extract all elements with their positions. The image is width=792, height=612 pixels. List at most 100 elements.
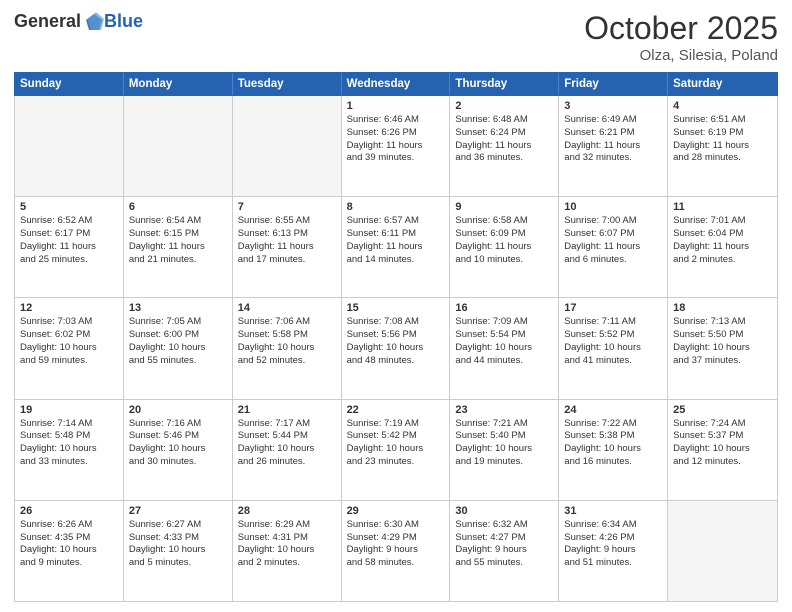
logo-icon <box>82 10 104 32</box>
cell-content: Sunrise: 7:17 AMSunset: 5:44 PMDaylight:… <box>238 418 336 469</box>
cell-content: Sunrise: 6:26 AMSunset: 4:35 PMDaylight:… <box>20 519 118 570</box>
cell-content: Sunrise: 7:05 AMSunset: 6:00 PMDaylight:… <box>129 316 227 367</box>
calendar-cell: 28 Sunrise: 6:29 AMSunset: 4:31 PMDayligh… <box>233 501 342 601</box>
day-number: 29 <box>347 505 445 517</box>
cell-content: Sunrise: 6:49 AMSunset: 6:21 PMDaylight:… <box>564 114 662 165</box>
calendar-cell: 16Sunrise: 7:09 AMSunset: 5:54 PMDayligh… <box>450 298 559 398</box>
day-number: 19 <box>20 404 118 416</box>
cell-content: Sunrise: 6:52 AMSunset: 6:17 PMDaylight:… <box>20 215 118 266</box>
calendar-cell: 3 Sunrise: 6:49 AMSunset: 6:21 PMDaylight… <box>559 96 668 196</box>
day-number: 21 <box>238 404 336 416</box>
title-block: October 2025 Olza, Silesia, Poland <box>584 10 778 64</box>
day-number: 14 <box>238 302 336 314</box>
day-number: 3 <box>564 100 662 112</box>
month-title: October 2025 <box>584 10 778 47</box>
location: Olza, Silesia, Poland <box>584 47 778 64</box>
calendar-cell <box>15 96 124 196</box>
day-number: 2 <box>455 100 553 112</box>
day-number: 1 <box>347 100 445 112</box>
calendar-cell: 22 Sunrise: 7:19 AMSunset: 5:42 PMDayligh… <box>342 400 451 500</box>
cell-content: Sunrise: 6:57 AMSunset: 6:11 PMDaylight:… <box>347 215 445 266</box>
header-day-saturday: Saturday <box>668 73 777 95</box>
day-number: 15 <box>347 302 445 314</box>
day-number: 17 <box>564 302 662 314</box>
header-day-sunday: Sunday <box>15 73 124 95</box>
cell-content: Sunrise: 6:48 AMSunset: 6:24 PMDaylight:… <box>455 114 553 165</box>
cell-content: Sunrise: 6:32 AMSunset: 4:27 PMDaylight:… <box>455 519 553 570</box>
logo-general-text: General <box>14 11 81 32</box>
day-number: 24 <box>564 404 662 416</box>
day-number: 12 <box>20 302 118 314</box>
day-number: 7 <box>238 201 336 213</box>
calendar-cell: 20Sunrise: 7:16 AMSunset: 5:46 PMDayligh… <box>124 400 233 500</box>
day-number: 27 <box>129 505 227 517</box>
cell-content: Sunrise: 6:30 AMSunset: 4:29 PMDaylight:… <box>347 519 445 570</box>
calendar-cell: 31 Sunrise: 6:34 AMSunset: 4:26 PMDayligh… <box>559 501 668 601</box>
day-number: 11 <box>673 201 772 213</box>
day-number: 9 <box>455 201 553 213</box>
cell-content: Sunrise: 7:19 AMSunset: 5:42 PMDaylight:… <box>347 418 445 469</box>
day-number: 18 <box>673 302 772 314</box>
calendar-cell <box>668 501 777 601</box>
calendar-row-0: 1 Sunrise: 6:46 AMSunset: 6:26 PMDaylight… <box>15 96 777 197</box>
calendar-cell: 17 Sunrise: 7:11 AMSunset: 5:52 PMDayligh… <box>559 298 668 398</box>
cell-content: Sunrise: 7:24 AMSunset: 5:37 PMDaylight:… <box>673 418 772 469</box>
calendar-cell: 9 Sunrise: 6:58 AMSunset: 6:09 PMDaylight… <box>450 197 559 297</box>
day-number: 5 <box>20 201 118 213</box>
logo: General Blue <box>14 10 143 32</box>
calendar-cell: 15Sunrise: 7:08 AMSunset: 5:56 PMDayligh… <box>342 298 451 398</box>
header-day-tuesday: Tuesday <box>233 73 342 95</box>
day-number: 30 <box>455 505 553 517</box>
day-number: 28 <box>238 505 336 517</box>
calendar: SundayMondayTuesdayWednesdayThursdayFrid… <box>14 72 778 602</box>
calendar-cell: 14 Sunrise: 7:06 AMSunset: 5:58 PMDayligh… <box>233 298 342 398</box>
day-number: 31 <box>564 505 662 517</box>
calendar-cell: 29 Sunrise: 6:30 AMSunset: 4:29 PMDayligh… <box>342 501 451 601</box>
header-day-friday: Friday <box>559 73 668 95</box>
day-number: 22 <box>347 404 445 416</box>
calendar-row-4: 26Sunrise: 6:26 AMSunset: 4:35 PMDayligh… <box>15 501 777 601</box>
calendar-cell: 23Sunrise: 7:21 AMSunset: 5:40 PMDayligh… <box>450 400 559 500</box>
day-number: 8 <box>347 201 445 213</box>
calendar-cell: 18Sunrise: 7:13 AMSunset: 5:50 PMDayligh… <box>668 298 777 398</box>
calendar-row-1: 5 Sunrise: 6:52 AMSunset: 6:17 PMDaylight… <box>15 197 777 298</box>
header: General Blue October 2025 Olza, Silesia,… <box>14 10 778 64</box>
cell-content: Sunrise: 7:11 AMSunset: 5:52 PMDaylight:… <box>564 316 662 367</box>
cell-content: Sunrise: 7:14 AMSunset: 5:48 PMDaylight:… <box>20 418 118 469</box>
day-number: 4 <box>673 100 772 112</box>
calendar-cell: 30 Sunrise: 6:32 AMSunset: 4:27 PMDayligh… <box>450 501 559 601</box>
day-number: 20 <box>129 404 227 416</box>
calendar-cell: 25 Sunrise: 7:24 AMSunset: 5:37 PMDayligh… <box>668 400 777 500</box>
calendar-cell: 10Sunrise: 7:00 AMSunset: 6:07 PMDayligh… <box>559 197 668 297</box>
cell-content: Sunrise: 7:09 AMSunset: 5:54 PMDaylight:… <box>455 316 553 367</box>
header-day-thursday: Thursday <box>450 73 559 95</box>
calendar-cell: 13Sunrise: 7:05 AMSunset: 6:00 PMDayligh… <box>124 298 233 398</box>
cell-content: Sunrise: 6:55 AMSunset: 6:13 PMDaylight:… <box>238 215 336 266</box>
header-day-monday: Monday <box>124 73 233 95</box>
cell-content: Sunrise: 6:51 AMSunset: 6:19 PMDaylight:… <box>673 114 772 165</box>
calendar-header: SundayMondayTuesdayWednesdayThursdayFrid… <box>14 72 778 96</box>
cell-content: Sunrise: 7:03 AMSunset: 6:02 PMDaylight:… <box>20 316 118 367</box>
cell-content: Sunrise: 6:29 AMSunset: 4:31 PMDaylight:… <box>238 519 336 570</box>
cell-content: Sunrise: 6:27 AMSunset: 4:33 PMDaylight:… <box>129 519 227 570</box>
calendar-body: 1 Sunrise: 6:46 AMSunset: 6:26 PMDaylight… <box>14 96 778 602</box>
header-day-wednesday: Wednesday <box>342 73 451 95</box>
calendar-row-3: 19 Sunrise: 7:14 AMSunset: 5:48 PMDayligh… <box>15 400 777 501</box>
cell-content: Sunrise: 6:34 AMSunset: 4:26 PMDaylight:… <box>564 519 662 570</box>
day-number: 25 <box>673 404 772 416</box>
cell-content: Sunrise: 7:00 AMSunset: 6:07 PMDaylight:… <box>564 215 662 266</box>
calendar-cell: 26Sunrise: 6:26 AMSunset: 4:35 PMDayligh… <box>15 501 124 601</box>
calendar-cell: 11 Sunrise: 7:01 AMSunset: 6:04 PMDayligh… <box>668 197 777 297</box>
calendar-cell: 1 Sunrise: 6:46 AMSunset: 6:26 PMDaylight… <box>342 96 451 196</box>
cell-content: Sunrise: 6:58 AMSunset: 6:09 PMDaylight:… <box>455 215 553 266</box>
cell-content: Sunrise: 6:46 AMSunset: 6:26 PMDaylight:… <box>347 114 445 165</box>
calendar-cell: 12 Sunrise: 7:03 AMSunset: 6:02 PMDayligh… <box>15 298 124 398</box>
calendar-cell <box>124 96 233 196</box>
calendar-cell: 7 Sunrise: 6:55 AMSunset: 6:13 PMDaylight… <box>233 197 342 297</box>
cell-content: Sunrise: 7:06 AMSunset: 5:58 PMDaylight:… <box>238 316 336 367</box>
cell-content: Sunrise: 7:01 AMSunset: 6:04 PMDaylight:… <box>673 215 772 266</box>
logo-blue-text: Blue <box>104 11 143 32</box>
calendar-cell: 19 Sunrise: 7:14 AMSunset: 5:48 PMDayligh… <box>15 400 124 500</box>
calendar-cell: 8 Sunrise: 6:57 AMSunset: 6:11 PMDaylight… <box>342 197 451 297</box>
calendar-cell: 24Sunrise: 7:22 AMSunset: 5:38 PMDayligh… <box>559 400 668 500</box>
